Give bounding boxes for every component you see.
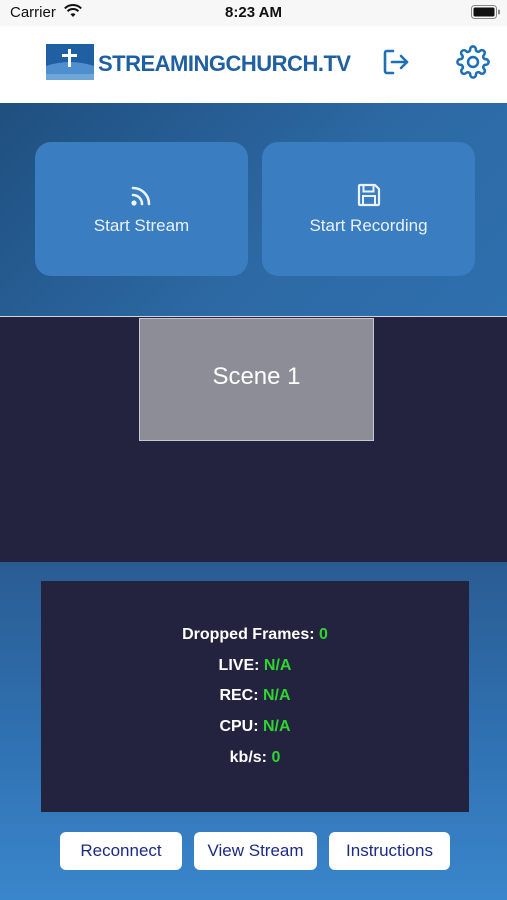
stat-rec: REC: N/A — [41, 687, 469, 705]
stat-value: N/A — [263, 657, 292, 674]
reconnect-button[interactable]: Reconnect — [60, 832, 182, 870]
scene-tile[interactable]: Scene 1 — [139, 318, 374, 441]
stat-label: REC: — [219, 687, 259, 704]
stat-label: Dropped Frames: — [182, 626, 315, 643]
logout-icon[interactable] — [380, 46, 412, 78]
stat-label: LIVE: — [218, 657, 260, 674]
app-logo: STREAMINGCHURCH.TV — [46, 44, 351, 82]
stat-kbps: kb/s: 0 — [41, 749, 469, 767]
view-stream-button[interactable]: View Stream — [194, 832, 317, 870]
clock: 8:23 AM — [225, 4, 282, 21]
start-recording-button[interactable]: Start Recording — [262, 142, 475, 276]
start-recording-label: Start Recording — [309, 216, 428, 235]
stat-live: LIVE: N/A — [41, 657, 469, 675]
scene-area: Scene 1 — [0, 316, 507, 563]
stat-value: 0 — [319, 626, 328, 643]
battery-icon — [471, 5, 500, 19]
instructions-button[interactable]: Instructions — [329, 832, 450, 870]
gear-icon[interactable] — [456, 45, 490, 79]
stat-value: 0 — [271, 749, 281, 766]
save-icon — [357, 183, 380, 207]
scene-label: Scene 1 — [212, 363, 301, 390]
stat-cpu: CPU: N/A — [41, 718, 469, 736]
broadcast-icon — [130, 186, 150, 206]
stats-panel: Dropped Frames: 0 LIVE: N/A REC: N/A CPU… — [41, 581, 469, 812]
stat-label: CPU: — [219, 718, 259, 735]
control-panel: Start Stream Start Recording — [0, 103, 507, 316]
start-stream-button[interactable]: Start Stream — [35, 142, 248, 276]
status-bar: Carrier 8:23 AM — [0, 0, 507, 26]
logo-mark-icon — [46, 44, 94, 80]
logo-text: STREAMINGCHURCH.TV — [98, 51, 351, 76]
stat-value: N/A — [263, 687, 291, 704]
stat-dropped-frames: Dropped Frames: 0 — [41, 626, 469, 644]
app-header: STREAMINGCHURCH.TV — [0, 26, 507, 103]
start-stream-label: Start Stream — [93, 216, 190, 235]
stats-area: Dropped Frames: 0 LIVE: N/A REC: N/A CPU… — [0, 562, 507, 900]
stat-label: kb/s: — [229, 749, 267, 766]
stat-value: N/A — [263, 718, 291, 735]
